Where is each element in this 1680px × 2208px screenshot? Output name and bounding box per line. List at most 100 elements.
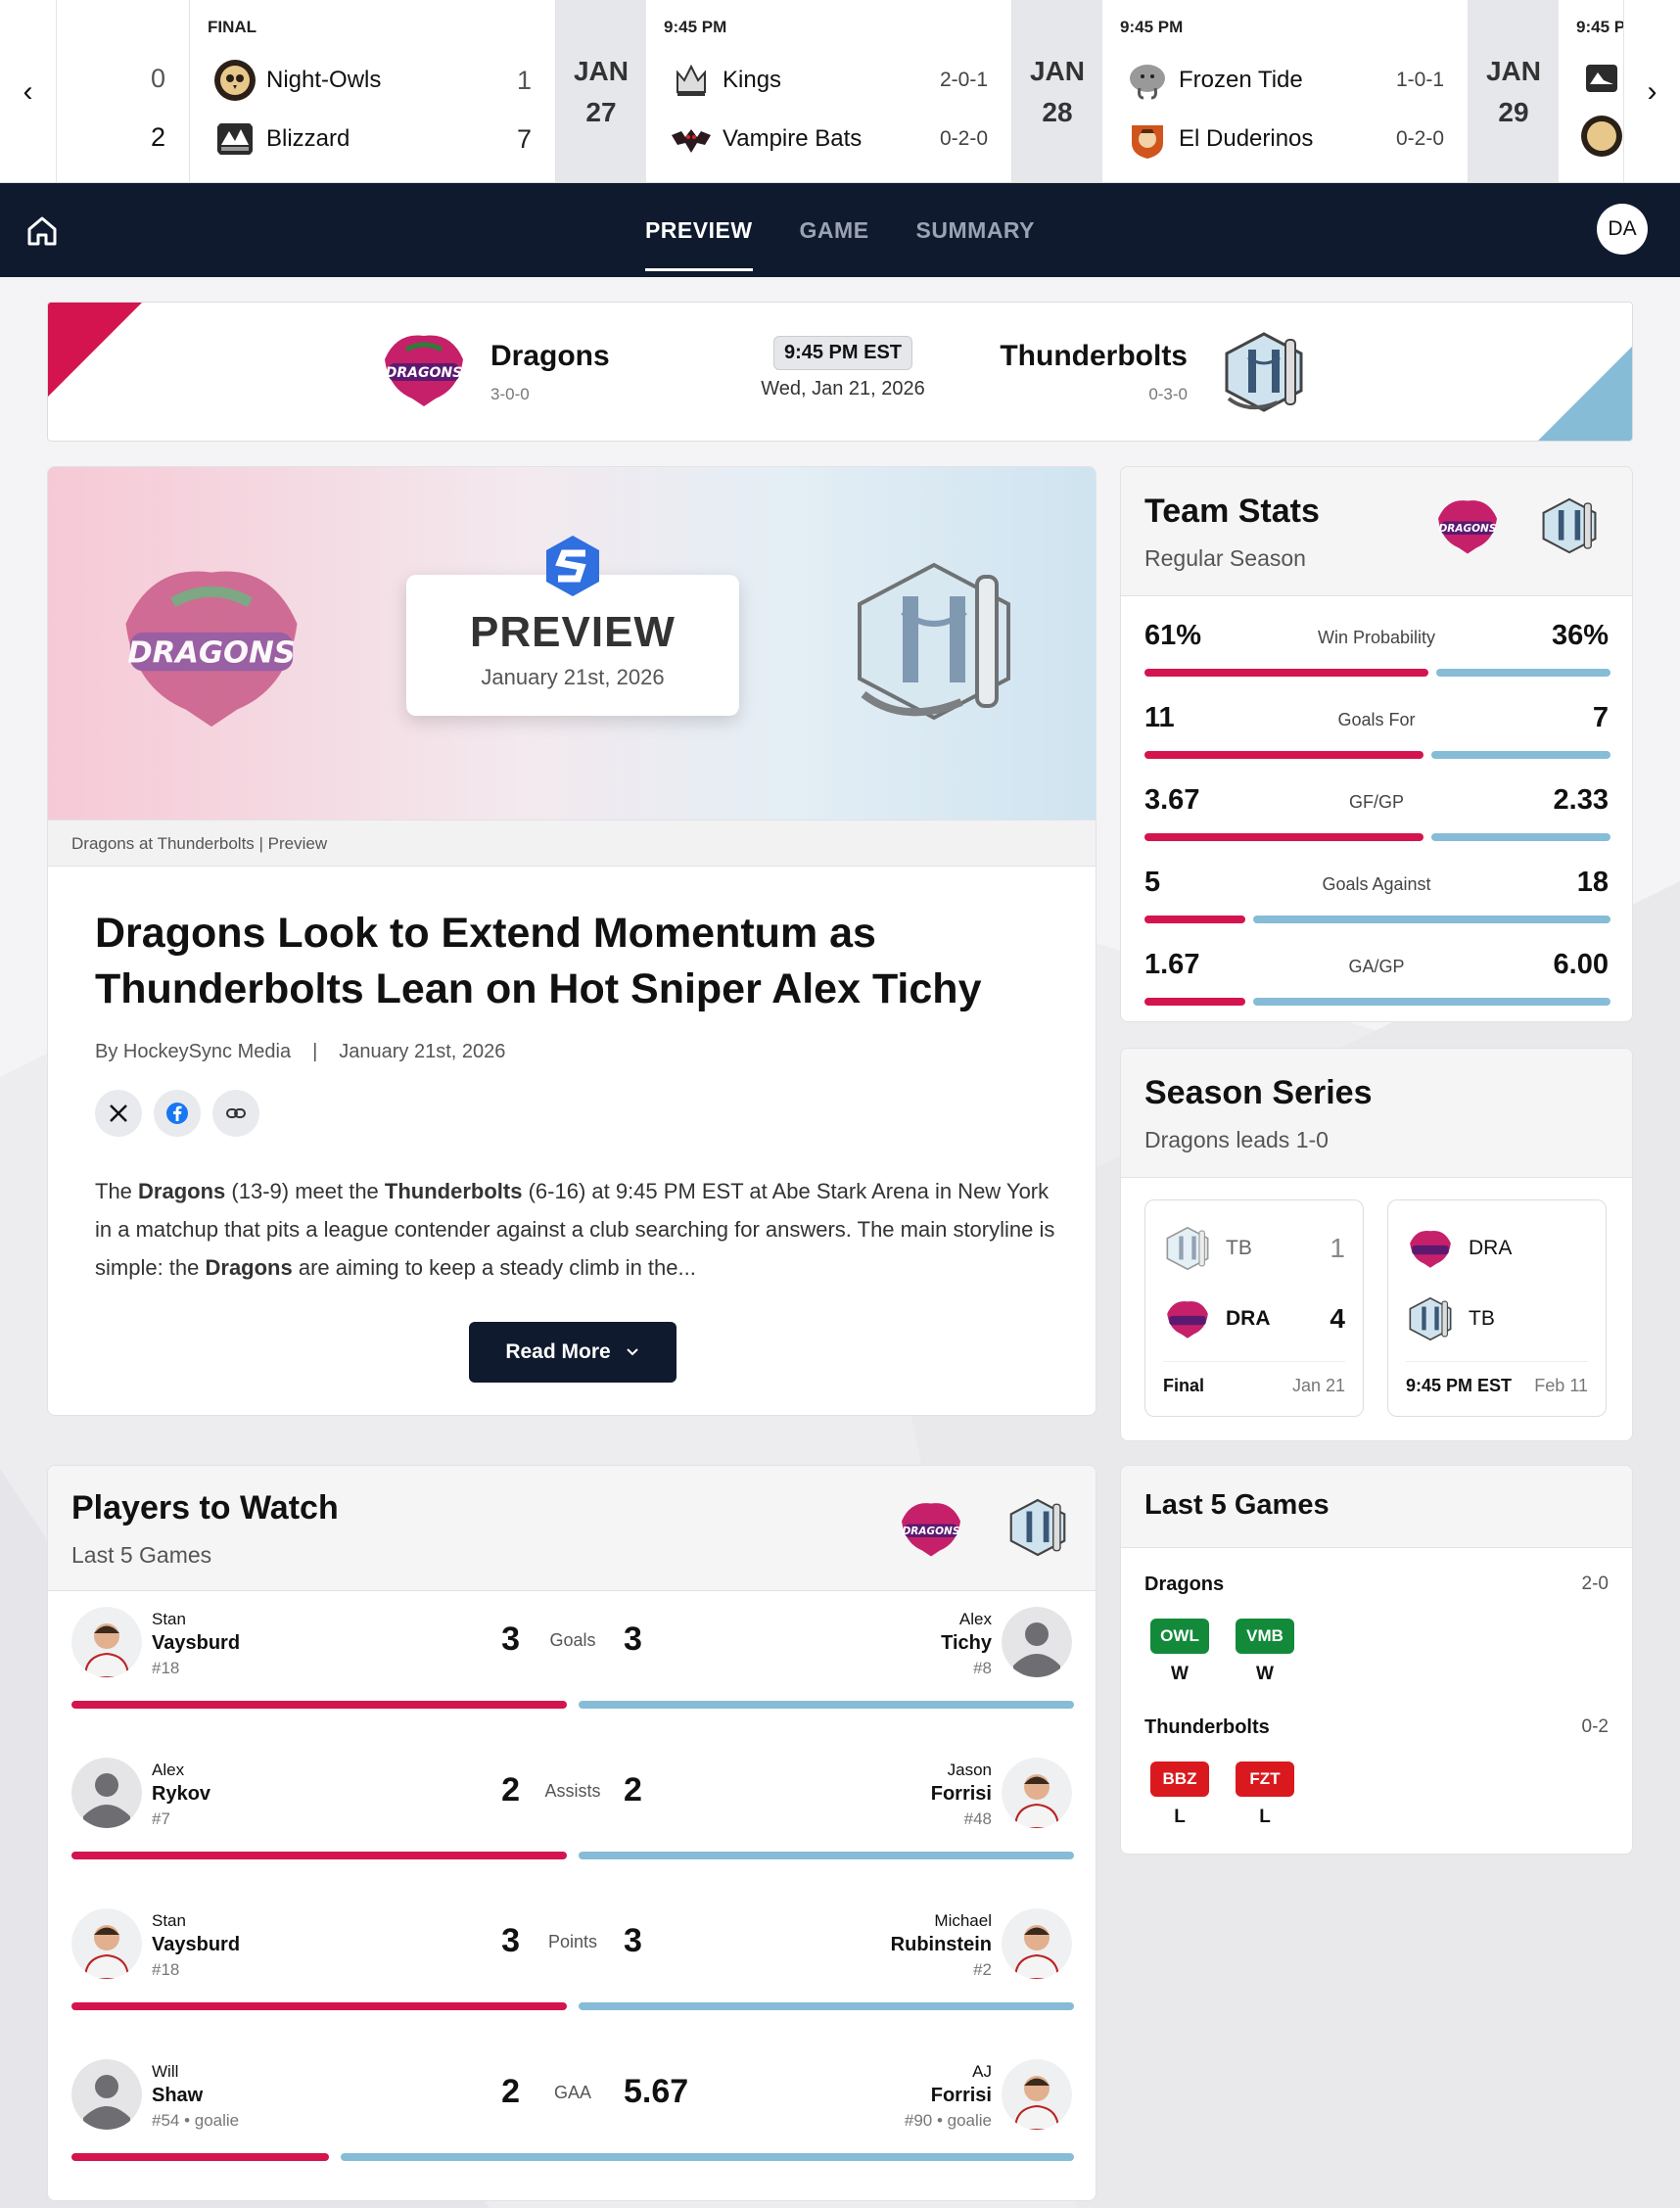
dragons-logo [1167, 1301, 1208, 1339]
player-photo [1002, 2059, 1072, 2130]
chevron-right-icon[interactable]: › [1623, 0, 1680, 182]
player-info[interactable]: Alex Tichy #8 [941, 1607, 992, 1680]
player-info[interactable]: Alex Rykov #7 [152, 1758, 210, 1831]
thunderbolts-accent [1538, 347, 1632, 441]
dragons-accent [48, 303, 142, 397]
facebook-icon [166, 1103, 188, 1124]
tab-summary[interactable]: SUMMARY [916, 183, 1035, 277]
team-name: El Duderinos [1179, 125, 1314, 152]
series-game-card[interactable]: TB 1 DRA 4 Final Jan 21 [1144, 1199, 1364, 1417]
player-info[interactable]: Will Shaw #54 • goalie [152, 2059, 239, 2133]
tab-game[interactable]: GAME [800, 183, 869, 277]
dragons-logo: DRAGONS [125, 571, 298, 728]
article-hero: DRAGONS PREVIEW January 21st, 2026 [48, 467, 1096, 820]
dragons-stat-bar [1144, 998, 1245, 1006]
player-photo [71, 1758, 142, 1828]
team-abbr: DRA [1469, 1237, 1513, 1259]
team-score: 1 [1330, 1233, 1345, 1263]
chevron-left-icon[interactable]: ‹ [0, 0, 57, 182]
player-info[interactable]: AJ Forrisi #90 • goalie [905, 2059, 992, 2133]
article-headline: Dragons Look to Extend Momentum as Thund… [95, 910, 982, 1012]
player-info[interactable]: Jason Forrisi #48 [931, 1758, 992, 1831]
image-caption: Dragons at Thunderbolts | Preview [48, 820, 1096, 867]
game-result: L [1259, 1807, 1271, 1827]
away-team-record: 3-0-0 [490, 385, 530, 403]
recent-game[interactable]: BBZ L [1150, 1762, 1209, 1828]
player-info[interactable]: Michael Rubinstein #2 [891, 1908, 992, 1982]
recent-game[interactable]: FZT L [1236, 1762, 1294, 1828]
game-card[interactable]: FINAL Night-Owls 1 Blizzard 7 [190, 0, 556, 182]
link-icon [226, 1108, 246, 1118]
date-day: 27 [585, 96, 617, 127]
player-photo [71, 1607, 142, 1677]
copy-link-button[interactable] [212, 1090, 259, 1137]
game-card[interactable]: 9:45 PM Frozen Tide 1-0-1 El Duderinos 0… [1102, 0, 1469, 182]
player-first-name: Alex [958, 1610, 992, 1628]
stat-row: 61% Win Probability 36% [1144, 606, 1610, 688]
thunderbolts-stat-bar [1253, 998, 1610, 1006]
game-date: Wed, Jan 21, 2026 [761, 378, 925, 399]
player-comparison-row: Stan Vaysburd #18 3 Goals 3 Alex Tichy #8 [71, 1607, 1074, 1758]
player-last-name: Tichy [941, 1632, 992, 1654]
hockeysync-logo [546, 536, 599, 596]
x-icon [110, 1104, 127, 1122]
tab-preview[interactable]: PREVIEW [644, 183, 753, 277]
opponent-badge: VMB [1236, 1619, 1294, 1654]
player-photo [1002, 1758, 1072, 1828]
team-name: Kings [723, 67, 782, 93]
recent-game[interactable]: VMB W [1236, 1619, 1294, 1685]
thunderbolts-stat-value: 36% [1551, 620, 1609, 651]
team-stats-card: Team Stats Regular Season DRAGONS 61% Win… [1120, 466, 1633, 1022]
game-date: Feb 11 [1534, 1376, 1588, 1395]
matchup-banner: DRAGONS Dragons 3-0-0 9:45 PM EST Wed, J… [47, 302, 1633, 442]
date-month: JAN [1485, 55, 1541, 86]
hero-date: January 21st, 2026 [481, 665, 665, 689]
game-date: Jan 21 [1291, 1376, 1345, 1395]
game-card[interactable]: 0 2 [57, 0, 190, 182]
player-info[interactable]: Stan Vaysburd #18 [152, 1607, 240, 1680]
top-nav: PREVIEW GAME SUMMARY DA [0, 183, 1680, 277]
game-status: 9:45 PM [664, 18, 727, 36]
thunderbolts-logo [1225, 332, 1303, 412]
date-divider: JAN 29 [1469, 0, 1559, 182]
thunderbolts-logo [858, 562, 1010, 721]
team-record: 0-2-0 [939, 127, 988, 150]
stat-label: Goals For [1337, 710, 1416, 729]
player-first-name: Jason [947, 1761, 992, 1779]
kings-logo [677, 64, 706, 96]
night-owls-logo [214, 60, 256, 101]
facebook-share-button[interactable] [154, 1090, 201, 1137]
user-avatar[interactable]: DA [1597, 204, 1648, 255]
game-card[interactable]: 9:45 PM Kings 2-0-1 Vampire Bats 0-2-0 [646, 0, 1012, 182]
read-more-button[interactable]: Read More [469, 1322, 677, 1383]
series-game-card[interactable]: DRA TB 9:45 PM EST Feb 11 [1387, 1199, 1607, 1417]
team-name: Blizzard [266, 125, 350, 152]
card-subtitle: Regular Season [1144, 545, 1306, 571]
dragons-player-bar [71, 2153, 329, 2161]
thunderbolts-stat-value: 7 [1592, 702, 1609, 733]
date-divider: JAN 27 [556, 0, 646, 182]
dragons-logo [1410, 1231, 1451, 1268]
recent-game[interactable]: OWL W [1150, 1619, 1209, 1685]
stat-label: GA/GP [1348, 957, 1405, 976]
recent-games: BBZ L FZT L [1150, 1762, 1294, 1828]
player-info[interactable]: Stan Vaysburd #18 [152, 1908, 240, 1982]
thunderbolts-player-stat: 5.67 [624, 2073, 689, 2110]
thunderbolts-stat-bar [1253, 916, 1610, 923]
thunderbolts-stat-value: 6.00 [1553, 949, 1609, 980]
dragons-logo: DRAGONS [902, 1503, 960, 1557]
stat-row: 11 Goals For 7 [1144, 688, 1610, 771]
x-share-button[interactable] [95, 1090, 142, 1137]
last-5-games-card: Last 5 Games Dragons 2-0 OWL W VMB W Thund… [1120, 1465, 1633, 1855]
byline-separator: | [312, 1041, 318, 1062]
scoreboard-strip: ‹ 0 2 FINAL Night-Owls 1 Blizzard 7 JAN … [0, 0, 1680, 183]
team-mention: Dragons [205, 1255, 293, 1280]
player-comparison-row: Alex Rykov #7 2 Assists 2 Jason Forrisi #48 [71, 1758, 1074, 1908]
player-first-name: Stan [152, 1911, 186, 1930]
thunderbolts-stat-bar [1431, 833, 1610, 841]
stat-label: Goals Against [1322, 874, 1431, 894]
player-first-name: AJ [972, 2062, 992, 2081]
away-score: 0 [150, 64, 165, 93]
team-logo [1581, 116, 1622, 157]
article-excerpt: The Dragons (13-9) meet the Thunderbolts… [95, 1179, 1055, 1280]
